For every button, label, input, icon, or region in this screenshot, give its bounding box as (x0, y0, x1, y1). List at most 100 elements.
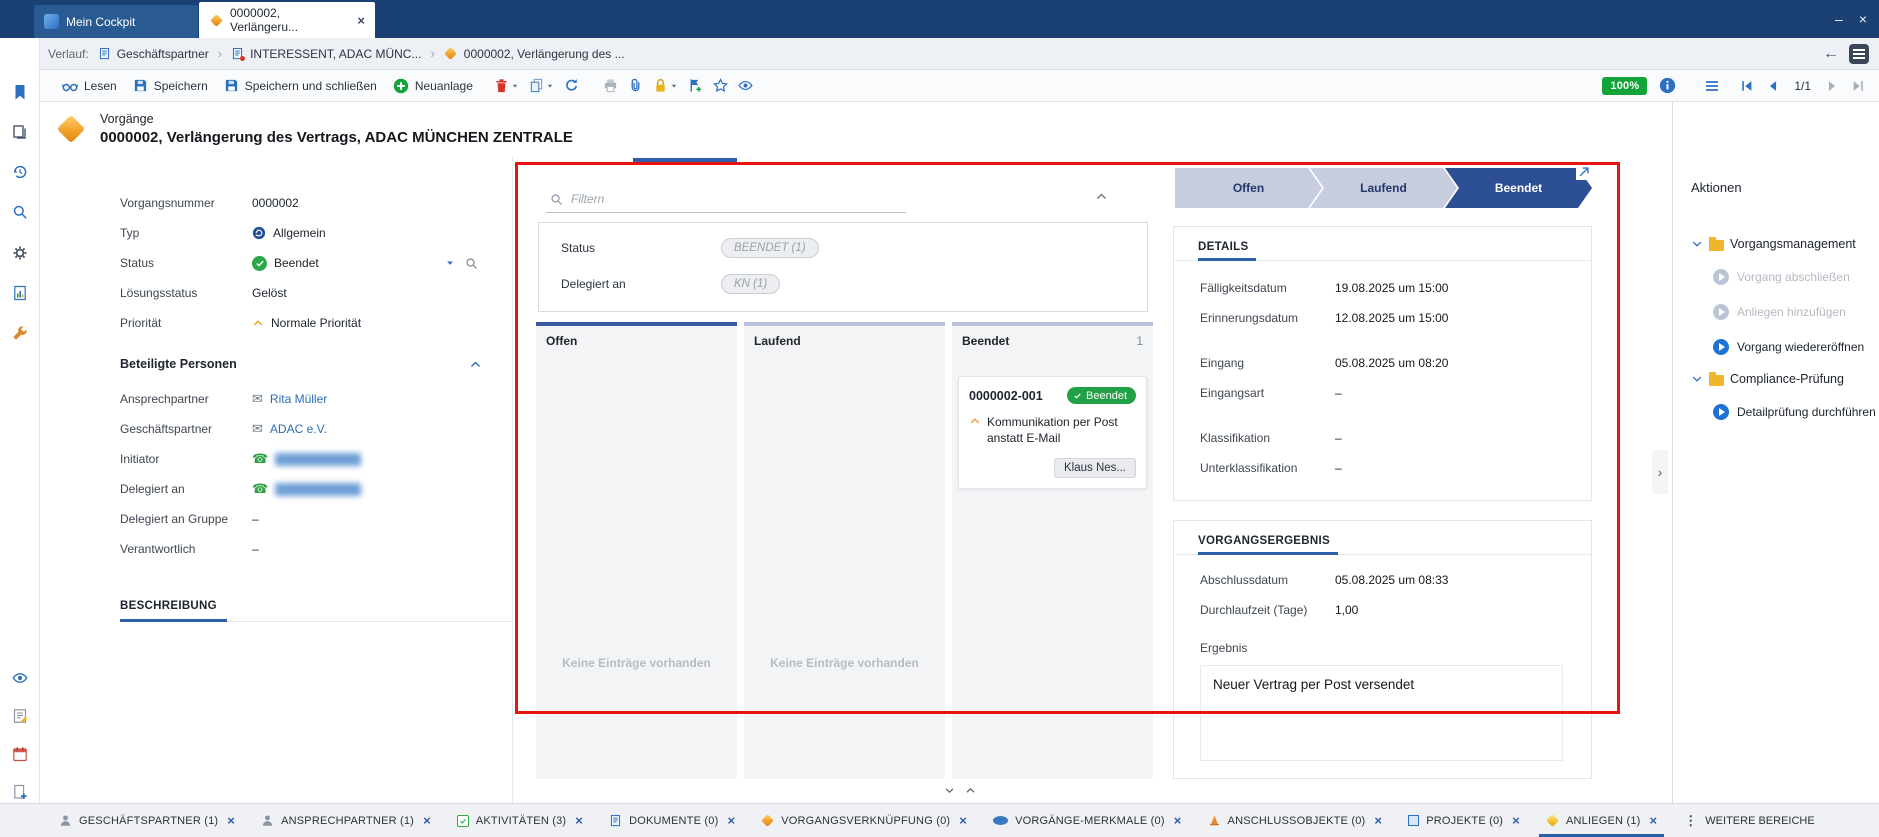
settings-gear-icon[interactable] (12, 245, 28, 261)
chevron-down-icon[interactable] (511, 82, 519, 90)
windows-icon[interactable] (12, 124, 28, 140)
close-tab-icon[interactable]: × (727, 813, 735, 828)
bottom-tab-vorgangsverknuepfung[interactable]: VORGANGSVERKNÜPFUNG (0) × (748, 804, 980, 837)
minimize-icon[interactable]: – (1835, 11, 1843, 27)
chevron-down-icon[interactable] (546, 82, 554, 90)
tools-wrench-icon[interactable] (12, 325, 28, 341)
scroll-down-icon[interactable] (944, 785, 955, 796)
action-group-vorgangsmanagement[interactable]: Vorgangsmanagement (1691, 229, 1879, 259)
close-tab-icon[interactable]: × (1650, 813, 1658, 828)
info-icon[interactable] (1659, 77, 1676, 94)
scroll-up-icon[interactable] (965, 785, 976, 796)
section-beschreibung[interactable]: BESCHREIBUNG (120, 588, 512, 622)
section-beteiligte-personen[interactable]: Beteiligte Personen (120, 344, 512, 384)
chevron-down-icon[interactable] (1691, 373, 1703, 385)
new-document-icon[interactable] (12, 784, 28, 800)
contact-link[interactable]: Rita Müller (270, 392, 327, 406)
result-textarea[interactable]: Neuer Vertrag per Post versendet (1200, 665, 1563, 761)
workflow-step-offen[interactable]: Offen (1175, 168, 1322, 208)
field-geschaeftspartner[interactable]: Geschäftspartner ✉ ADAC e.V. (120, 414, 512, 444)
save-and-close-button[interactable]: Speichern und schließen (216, 73, 385, 99)
close-tab-icon[interactable]: × (1174, 813, 1182, 828)
collapse-chevron-icon[interactable] (469, 358, 482, 371)
filter-pill-delegiert[interactable]: KN (1) (721, 274, 780, 294)
bottom-tab-anschlussobjekte[interactable]: ANSCHLUSSOBJEKTE (0) × (1195, 804, 1396, 837)
bookmark-icon[interactable] (12, 84, 28, 100)
save-button[interactable]: Speichern (125, 73, 216, 99)
field-delegiert-an[interactable]: Delegiert an ☎ (120, 474, 512, 504)
attachment-button[interactable] (623, 73, 648, 99)
preview-eye-icon[interactable] (12, 670, 28, 686)
delete-button[interactable] (489, 73, 524, 99)
bottom-tab-dokumente[interactable]: DOKUMENTE (0) × (596, 804, 748, 837)
field-status[interactable]: Status Beendet (120, 248, 512, 278)
bottom-tab-weitere-bereiche[interactable]: ⋮ WEITERE BEREICHE (1670, 804, 1828, 837)
history-list-icon[interactable] (1849, 44, 1869, 64)
favorite-button[interactable] (708, 73, 733, 99)
dropdown-chevron-icon[interactable] (445, 258, 455, 268)
kanban-filter[interactable] (546, 186, 906, 213)
notes-icon[interactable] (12, 708, 28, 724)
watch-button[interactable] (733, 73, 758, 99)
breadcrumb-item-vorgang[interactable]: 0000002, Verlängerung des ... (444, 47, 625, 61)
permissions-button[interactable] (648, 73, 683, 99)
follow-button[interactable] (683, 73, 708, 99)
chevron-down-icon[interactable] (670, 82, 678, 90)
collapse-panel-handle[interactable]: › (1652, 450, 1668, 494)
field-typ[interactable]: Typ Allgemein (120, 218, 512, 248)
previous-page-icon[interactable] (1766, 79, 1780, 93)
refresh-button[interactable] (559, 73, 584, 99)
bottom-tab-aktivitaeten[interactable]: AKTIVITÄTEN (3) × (444, 804, 596, 837)
close-tab-icon[interactable]: × (357, 13, 365, 28)
action-detailpruefung-durchfuehren[interactable]: Detailprüfung durchführen (1691, 394, 1879, 429)
bottom-tab-anliegen[interactable]: ANLIEGEN (1) × (1533, 804, 1670, 837)
field-verantwortlich[interactable]: Verantwortlich – (120, 534, 512, 564)
close-tab-icon[interactable]: × (227, 813, 235, 828)
contact-link[interactable]: ADAC e.V. (270, 422, 327, 436)
tab-mein-cockpit[interactable]: Mein Cockpit (34, 5, 198, 38)
close-tab-icon[interactable]: × (1512, 813, 1520, 828)
field-prioritaet[interactable]: Priorität Normale Priorität (120, 308, 512, 338)
copy-button[interactable] (524, 73, 559, 99)
close-window-icon[interactable]: × (1859, 11, 1867, 27)
workflow-step-beendet[interactable]: Beendet (1445, 168, 1592, 208)
field-ansprechpartner[interactable]: Ansprechpartner ✉ Rita Müller (120, 384, 512, 414)
action-vorgang-wiedereroeffnen[interactable]: Vorgang wiedereröffnen (1691, 329, 1879, 364)
calendar-icon[interactable] (12, 746, 28, 762)
close-tab-icon[interactable]: × (575, 813, 583, 828)
zoom-badge[interactable]: 100% (1602, 77, 1647, 95)
anliegen-card[interactable]: 0000002-001 Beendet Kommunikation per Po… (958, 376, 1147, 489)
field-delegiert-an-gruppe[interactable]: Delegiert an Gruppe – (120, 504, 512, 534)
bottom-tab-vorgaenge-merkmale[interactable]: VORGÄNGE-MERKMALE (0) × (980, 804, 1194, 837)
chevron-down-icon[interactable] (1691, 238, 1703, 250)
close-tab-icon[interactable]: × (423, 813, 431, 828)
filter-pill-status[interactable]: BEENDET (1) (721, 238, 819, 258)
report-icon[interactable] (12, 285, 28, 301)
read-mode-button[interactable]: Lesen (54, 73, 125, 99)
bottom-tab-projekte[interactable]: PROJEKTE (0) × (1395, 804, 1533, 837)
menu-burger-icon[interactable] (1704, 78, 1720, 94)
collapse-filter-chevron-icon[interactable] (1095, 190, 1108, 203)
last-page-icon[interactable] (1851, 79, 1865, 93)
close-tab-icon[interactable]: × (1374, 813, 1382, 828)
print-button[interactable] (598, 73, 623, 99)
search-icon[interactable] (12, 204, 28, 220)
expand-panel-icon[interactable] (1576, 164, 1592, 180)
filter-input[interactable] (571, 192, 902, 206)
lookup-search-icon[interactable] (465, 257, 478, 270)
new-record-button[interactable]: Neuanlage (385, 73, 481, 99)
bottom-tab-geschaeftspartner[interactable]: GESCHÄFTSPARTNER (1) × (46, 804, 248, 837)
breadcrumb-item-interessent[interactable]: INTERESSENT, ADAC MÜNC... (231, 47, 421, 61)
field-initiator[interactable]: Initiator ☎ (120, 444, 512, 474)
assignee-tag[interactable]: Klaus Nes... (1054, 458, 1136, 478)
close-tab-icon[interactable]: × (959, 813, 967, 828)
action-group-compliance-pruefung[interactable]: Compliance-Prüfung (1691, 364, 1879, 394)
tab-vorgang-active[interactable]: 0000002, Verlängeru... × (199, 2, 375, 38)
first-page-icon[interactable] (1740, 79, 1754, 93)
next-page-icon[interactable] (1825, 79, 1839, 93)
history-icon[interactable] (12, 164, 28, 180)
breadcrumb-item-geschaeftspartner[interactable]: Geschäftspartner (98, 47, 209, 61)
bottom-tab-ansprechpartner[interactable]: ANSPRECHPARTNER (1) × (248, 804, 444, 837)
workflow-step-laufend[interactable]: Laufend (1310, 168, 1457, 208)
history-back-icon[interactable]: ← (1823, 45, 1839, 63)
